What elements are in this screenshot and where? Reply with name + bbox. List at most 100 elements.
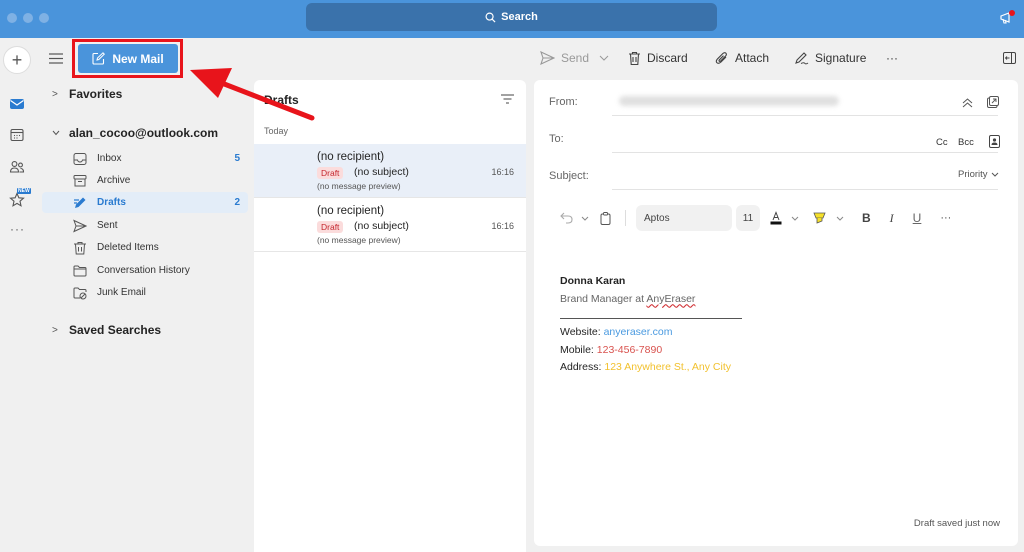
trash-icon	[629, 51, 640, 65]
window-close-button[interactable]	[7, 13, 17, 23]
chevron-down-icon[interactable]	[581, 216, 589, 221]
to-input[interactable]	[612, 126, 912, 152]
folder-conversation-history[interactable]: Conversation History	[42, 260, 248, 281]
font-color-icon[interactable]	[770, 211, 782, 225]
signature-name: Donna Karan	[560, 275, 626, 287]
discard-button[interactable]: Discard	[628, 48, 688, 68]
saved-searches-section[interactable]: > Saved Searches	[52, 323, 161, 337]
announcement-icon[interactable]	[998, 9, 1016, 27]
mail-icon[interactable]	[9, 96, 25, 112]
send-label: Send	[561, 51, 590, 65]
priority-dropdown[interactable]: Priority	[958, 169, 999, 180]
folder-drafts[interactable]: Drafts 2	[42, 192, 248, 213]
more-actions-button[interactable]: ···	[886, 48, 898, 68]
chevron-down-icon[interactable]	[791, 216, 799, 221]
folder-label: Drafts	[97, 197, 126, 208]
new-mail-label: New Mail	[112, 51, 164, 66]
font-size-dropdown[interactable]: 11	[736, 205, 760, 231]
pop-out-icon[interactable]	[987, 96, 999, 108]
highlight-icon[interactable]	[813, 211, 826, 225]
signature-role-prefix: Brand Manager at	[560, 292, 647, 305]
font-name-value: Aptos	[644, 212, 670, 224]
folder-archive[interactable]: Archive	[42, 170, 248, 191]
website-link[interactable]: anyeraser.com	[604, 326, 673, 338]
more-formatting-button[interactable]: ···	[940, 212, 951, 224]
font-name-dropdown[interactable]: Aptos	[636, 205, 732, 231]
cc-button[interactable]: Cc	[936, 137, 948, 148]
address-book-icon[interactable]	[989, 135, 1000, 148]
mobile-label: Mobile:	[560, 343, 597, 356]
folder-pane: > Favorites alan_cocoo@outlook.com Inbox…	[38, 80, 252, 552]
bcc-button[interactable]: Bcc	[958, 137, 974, 148]
junk-icon	[73, 287, 87, 299]
message-body[interactable]: Donna Karan Brand Manager at AnyEraser W…	[560, 273, 742, 377]
undo-icon[interactable]	[560, 212, 574, 224]
message-preview: (no message preview)	[317, 235, 401, 245]
filter-icon[interactable]	[501, 94, 514, 104]
italic-button[interactable]: I	[890, 211, 894, 226]
chevron-right-icon: >	[52, 324, 58, 336]
date-group-label: Today	[264, 126, 289, 136]
bold-button[interactable]: B	[862, 211, 871, 225]
trash-icon	[74, 241, 86, 254]
formatting-toolbar: Aptos 11 B I U ···	[554, 205, 951, 231]
favorites-rail-item[interactable]: NEW	[7, 188, 31, 208]
more-icon[interactable]: ···	[10, 222, 25, 236]
message-subject: (no subject)	[354, 166, 409, 178]
window-zoom-button[interactable]	[39, 13, 49, 23]
folder-inbox[interactable]: Inbox 5	[42, 148, 248, 169]
signature-button[interactable]: Signature	[794, 48, 866, 68]
toolbar-divider	[625, 210, 626, 226]
signature-divider	[560, 318, 742, 319]
chevron-down-icon	[52, 130, 60, 136]
saved-searches-label: Saved Searches	[69, 323, 162, 337]
subject-input[interactable]	[612, 163, 942, 189]
signature-icon	[795, 52, 809, 65]
folder-sent[interactable]: Sent	[42, 215, 248, 236]
drafts-icon	[74, 197, 86, 208]
search-box[interactable]: Search	[306, 3, 717, 31]
signature-website: Website: anyeraser.com	[560, 324, 742, 342]
from-address-field[interactable]	[619, 96, 839, 106]
address-value: 123 Anywhere St., Any City	[604, 361, 732, 373]
calendar-icon[interactable]	[9, 127, 25, 143]
discard-label: Discard	[647, 51, 688, 65]
window-minimize-button[interactable]	[23, 13, 33, 23]
people-icon[interactable]	[9, 159, 25, 175]
from-label: From:	[549, 96, 578, 108]
attach-button[interactable]: Attach	[715, 48, 769, 68]
address-label: Address:	[560, 361, 605, 373]
pop-out-pane-icon[interactable]	[1003, 52, 1016, 64]
folder-junk-email[interactable]: Junk Email	[42, 282, 248, 303]
underline-button[interactable]: U	[913, 211, 922, 225]
signature-mobile: Mobile: 123-456-7890	[560, 342, 742, 360]
paperclip-icon	[715, 52, 727, 64]
send-icon	[540, 51, 555, 65]
message-time: 16:16	[491, 167, 514, 177]
inbox-icon	[73, 152, 87, 165]
new-mail-button[interactable]: New Mail	[78, 44, 178, 73]
message-item[interactable]: (no recipient) Draft (no subject) (no me…	[254, 144, 526, 198]
to-label: To:	[549, 133, 564, 145]
chevron-down-icon[interactable]	[599, 55, 609, 61]
send-button[interactable]: Send	[540, 48, 609, 68]
folder-label: Archive	[97, 175, 131, 186]
message-list-pane: Drafts Today (no recipient) Draft (no su…	[254, 80, 526, 552]
folder-deleted-items[interactable]: Deleted Items	[42, 237, 248, 258]
plus-icon: +	[11, 49, 23, 70]
chevron-down-icon[interactable]	[836, 216, 844, 221]
unread-count: 2	[234, 197, 240, 208]
favorites-section[interactable]: > Favorites	[52, 87, 122, 101]
new-item-button[interactable]: +	[3, 46, 31, 74]
unread-count: 5	[234, 153, 240, 164]
account-section[interactable]: alan_cocoo@outlook.com	[52, 126, 218, 140]
message-item[interactable]: (no recipient) Draft (no subject) (no me…	[254, 198, 526, 252]
favorites-label: Favorites	[69, 87, 123, 101]
signature-address: Address: 123 Anywhere St., Any City	[560, 359, 742, 377]
message-preview: (no message preview)	[317, 181, 401, 191]
star-icon	[9, 192, 25, 207]
hamburger-icon[interactable]	[49, 53, 63, 64]
collapse-icon[interactable]	[962, 97, 973, 108]
list-title: Drafts	[264, 93, 299, 107]
clipboard-icon[interactable]	[600, 211, 611, 225]
